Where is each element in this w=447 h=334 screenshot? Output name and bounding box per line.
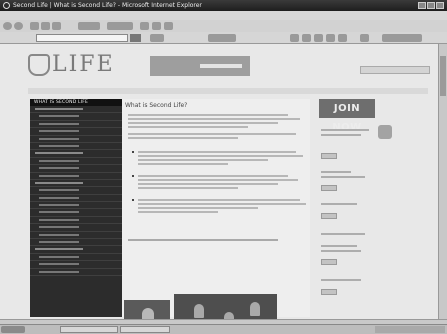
sidebar-item[interactable] xyxy=(30,121,123,129)
toolbar-extra-button[interactable] xyxy=(382,34,422,42)
top-navigation[interactable] xyxy=(28,88,428,94)
sidebar-item[interactable] xyxy=(30,165,123,173)
sidebar-item[interactable] xyxy=(30,143,123,151)
sidebar-item[interactable] xyxy=(30,246,123,254)
sidebar-item[interactable] xyxy=(30,232,123,240)
sidebar-item[interactable] xyxy=(30,136,123,143)
main-content: What is Second Life? xyxy=(122,99,310,319)
sidebar-item[interactable] xyxy=(30,106,123,114)
web-page: LIFE WHAT IS SECOND LIFE What is Second … xyxy=(0,44,438,319)
sidebar-item[interactable] xyxy=(30,209,123,217)
vertical-scrollbar[interactable] xyxy=(438,44,447,319)
sidebar-item[interactable] xyxy=(30,158,123,166)
small-link-button[interactable] xyxy=(321,213,337,219)
bullet-icon xyxy=(132,175,134,177)
bullet-icon xyxy=(132,151,134,153)
go-button[interactable] xyxy=(130,34,141,42)
bullet-icon xyxy=(132,199,134,201)
sidebar-item[interactable] xyxy=(30,187,123,195)
header-right-field[interactable] xyxy=(360,66,430,74)
system-tray xyxy=(375,326,445,333)
content-link[interactable] xyxy=(128,239,278,241)
toolbar-icon[interactable] xyxy=(290,34,299,42)
sidebar-item[interactable] xyxy=(30,128,123,136)
logo-wordmark: LIFE xyxy=(52,52,115,77)
sidebar-item[interactable] xyxy=(30,269,123,276)
window-titlebar: Second Life | What is Second Life? - Mic… xyxy=(0,0,447,11)
avatar-figure xyxy=(250,302,260,316)
join-now-button[interactable]: JOIN NOW xyxy=(319,99,375,133)
toolbar-extra-button[interactable] xyxy=(208,34,236,42)
ie-icon xyxy=(3,2,10,9)
forward-arrow-icon[interactable] xyxy=(14,22,23,30)
sidebar-item[interactable] xyxy=(30,195,123,203)
refresh-icon[interactable] xyxy=(41,22,50,30)
home-icon[interactable] xyxy=(52,22,61,30)
sidebar-item[interactable] xyxy=(30,261,123,269)
taskbar-window-button[interactable] xyxy=(60,326,118,333)
sidebar-item[interactable] xyxy=(30,150,123,158)
sidebar-item[interactable] xyxy=(30,239,123,247)
menu-bar xyxy=(0,11,447,20)
page-title: What is Second Life? xyxy=(125,102,188,109)
start-button[interactable] xyxy=(1,326,25,333)
close-button[interactable] xyxy=(436,2,444,9)
favorites-button[interactable] xyxy=(107,22,133,30)
toolbar-icon[interactable] xyxy=(302,34,311,42)
mail-icon[interactable] xyxy=(152,22,161,30)
sidebar-item[interactable] xyxy=(30,173,123,180)
back-arrow-icon[interactable] xyxy=(3,22,12,30)
avatar-figure xyxy=(142,308,154,319)
browser-toolbar xyxy=(0,20,447,32)
toolbar-icon[interactable] xyxy=(326,34,335,42)
address-bar xyxy=(0,32,447,44)
small-link-button[interactable] xyxy=(321,289,337,295)
toolbar-icon[interactable] xyxy=(360,34,369,42)
sidebar-item[interactable] xyxy=(30,202,123,210)
right-column: JOIN NOW xyxy=(318,99,428,317)
history-icon[interactable] xyxy=(140,22,149,30)
toolbar-icon[interactable] xyxy=(338,34,347,42)
small-link-button[interactable] xyxy=(321,185,337,191)
avatar-figure xyxy=(194,304,204,318)
print-icon[interactable] xyxy=(164,22,173,30)
screenshot-thumbnail[interactable] xyxy=(124,300,170,319)
header-promo-banner[interactable] xyxy=(150,56,250,76)
small-link-button[interactable] xyxy=(321,259,337,265)
avatar xyxy=(378,125,392,139)
second-life-logo[interactable]: LIFE xyxy=(28,52,118,80)
window-title: Second Life | What is Second Life? - Mic… xyxy=(13,2,202,9)
hand-icon xyxy=(28,54,50,76)
maximize-button[interactable] xyxy=(427,2,435,9)
avatar-figure xyxy=(224,312,234,319)
sidebar-item[interactable] xyxy=(30,254,123,262)
sidebar-nav: WHAT IS SECOND LIFE xyxy=(30,99,123,317)
sidebar-item[interactable] xyxy=(30,217,123,225)
stop-icon[interactable] xyxy=(30,22,39,30)
sidebar-item[interactable] xyxy=(30,224,123,232)
minimize-button[interactable] xyxy=(418,2,426,9)
links-button[interactable] xyxy=(150,34,164,42)
sidebar-item[interactable] xyxy=(30,180,123,188)
search-button[interactable] xyxy=(78,22,100,30)
sidebar-heading: WHAT IS SECOND LIFE xyxy=(30,99,123,106)
taskbar-window-button[interactable] xyxy=(120,326,170,333)
toolbar-icon[interactable] xyxy=(314,34,323,42)
address-input[interactable] xyxy=(36,34,128,42)
small-link-button[interactable] xyxy=(321,153,337,159)
sidebar-item[interactable] xyxy=(30,113,123,121)
screenshot-thumbnail[interactable] xyxy=(174,294,277,319)
